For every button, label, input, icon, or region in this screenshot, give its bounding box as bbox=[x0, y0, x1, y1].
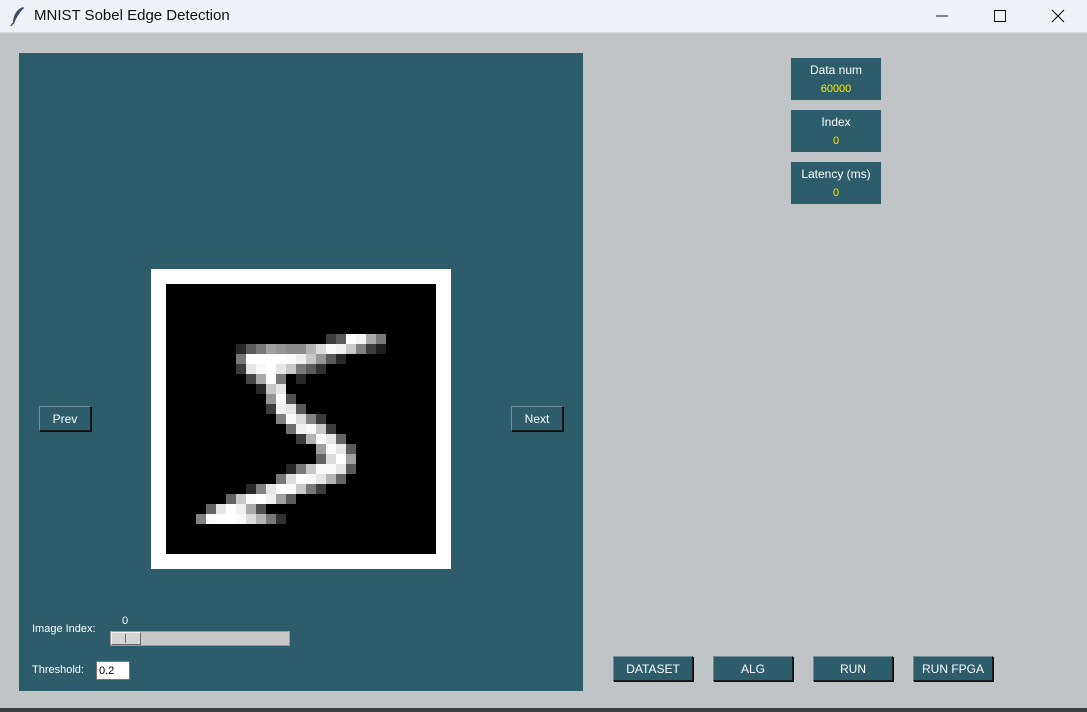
run-button[interactable]: RUN bbox=[813, 656, 893, 681]
index-value: 0 bbox=[832, 135, 840, 147]
close-icon bbox=[1051, 9, 1065, 23]
alg-button[interactable]: ALG bbox=[713, 656, 793, 681]
index-label: Index bbox=[821, 115, 851, 129]
close-button[interactable] bbox=[1029, 0, 1087, 32]
maximize-button[interactable] bbox=[971, 0, 1029, 32]
window-title: MNIST Sobel Edge Detection bbox=[34, 7, 230, 24]
image-index-slider[interactable] bbox=[110, 631, 290, 646]
feather-icon bbox=[10, 6, 26, 27]
data-num-value: 60000 bbox=[820, 83, 852, 95]
run-fpga-button[interactable]: RUN FPGA bbox=[913, 656, 993, 681]
minimize-icon bbox=[936, 10, 948, 22]
index-box: Index 0 bbox=[791, 110, 881, 152]
prev-button[interactable]: Prev bbox=[39, 406, 91, 431]
image-index-label: Image Index: bbox=[32, 623, 96, 635]
dataset-button[interactable]: DATASET bbox=[613, 656, 693, 681]
next-button[interactable]: Next bbox=[511, 406, 563, 431]
data-num-label: Data num bbox=[809, 63, 863, 77]
image-index-value: 0 bbox=[122, 615, 129, 627]
maximize-icon bbox=[994, 10, 1006, 22]
minimize-button[interactable] bbox=[913, 0, 971, 32]
title-bar: MNIST Sobel Edge Detection bbox=[0, 0, 1087, 33]
latency-box: Latency (ms) 0 bbox=[791, 162, 881, 204]
mnist-digit-image bbox=[166, 284, 436, 554]
slider-handle[interactable] bbox=[111, 632, 141, 645]
latency-label: Latency (ms) bbox=[801, 167, 871, 181]
window-bottom-border bbox=[0, 708, 1087, 712]
data-num-box: Data num 60000 bbox=[791, 58, 881, 100]
threshold-label: Threshold: bbox=[32, 664, 84, 676]
image-viewer-panel: Prev Next 0 Image Index: Threshold: bbox=[19, 53, 583, 691]
latency-value: 0 bbox=[832, 187, 840, 199]
threshold-input[interactable] bbox=[96, 661, 130, 680]
image-frame bbox=[151, 269, 451, 569]
